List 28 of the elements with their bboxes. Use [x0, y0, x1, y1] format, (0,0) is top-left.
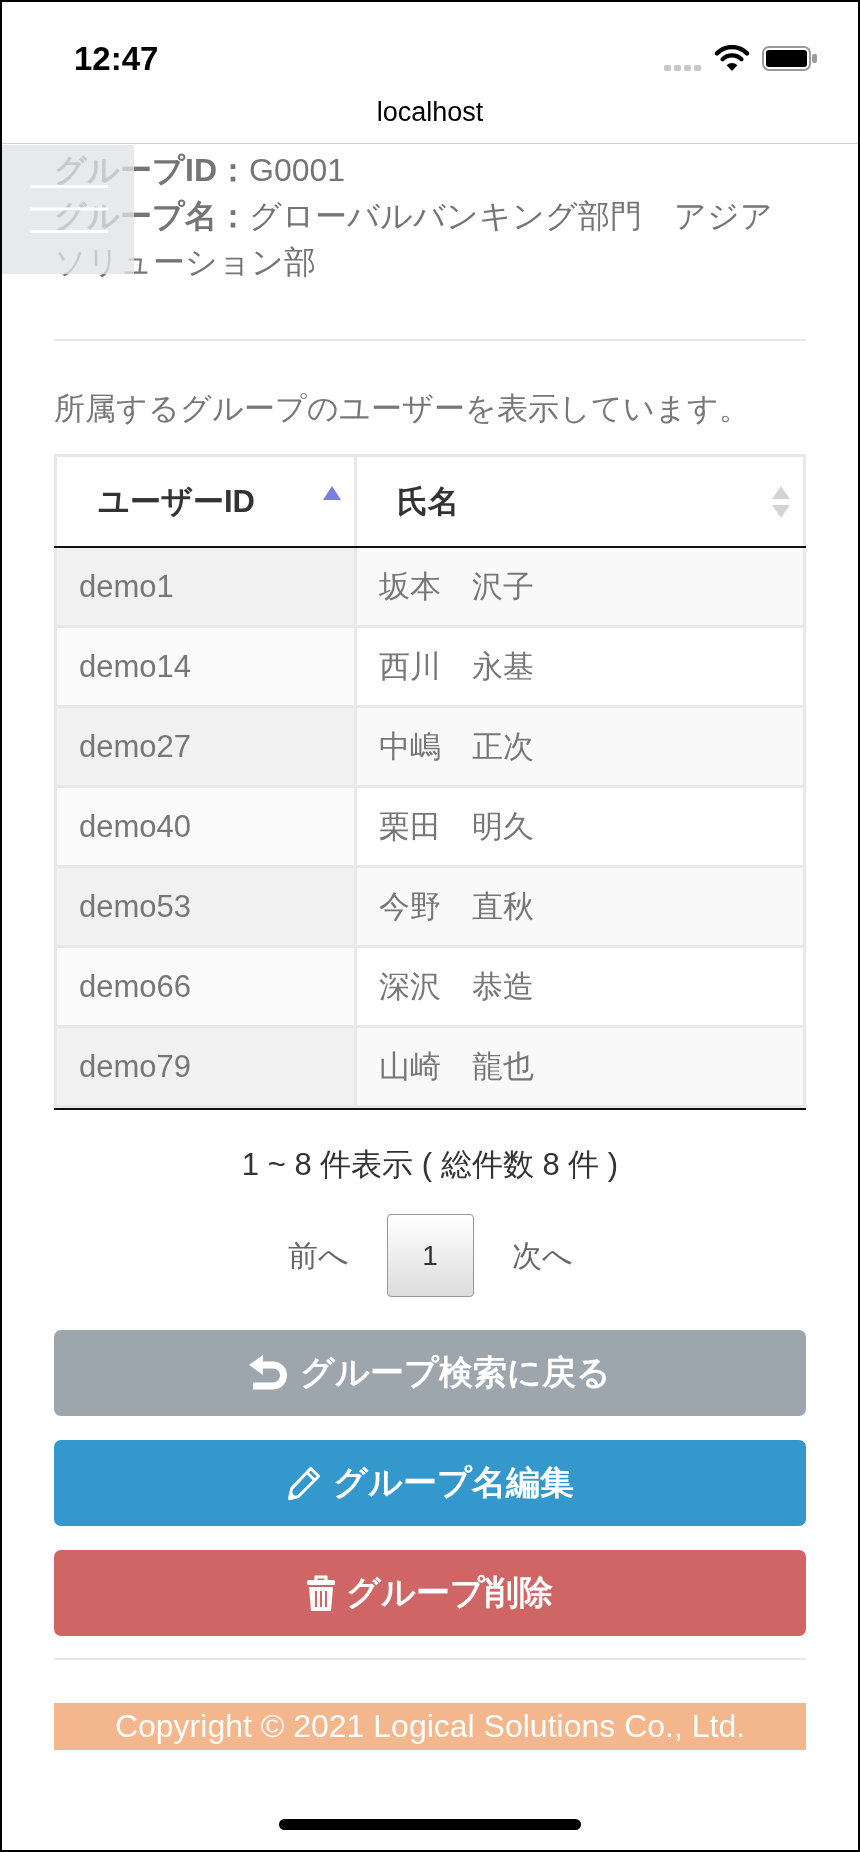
copyright-footer: Copyright © 2021 Logical Solutions Co., Ltd. [54, 1703, 806, 1750]
table-cell: demo53 [54, 868, 354, 948]
pencil-icon [286, 1465, 322, 1501]
record-count-text: 1 ~ 8 件表示 ( 総件数 8 件 ) [241, 1146, 619, 1184]
table-cell: demo79 [54, 1028, 354, 1108]
table-cell: 坂本 沢子 [354, 548, 806, 628]
delete-button[interactable]: グループ削除 [54, 1550, 806, 1636]
wifi-icon [714, 45, 750, 71]
table-cell: demo1 [54, 548, 354, 628]
page-button[interactable]: 1 [386, 1214, 474, 1297]
table-cell: 山崎 龍也 [354, 1028, 806, 1108]
table-cell: 西川 永基 [354, 628, 806, 708]
table-cell: 今野 直秋 [354, 868, 806, 948]
table-cell: demo40 [54, 788, 354, 868]
address-text[interactable]: localhost [376, 97, 484, 127]
table-cell: 栗田 明久 [354, 788, 806, 868]
table-cell: demo66 [54, 948, 354, 1028]
trash-icon [307, 1575, 335, 1611]
table-cell: 中嶋 正次 [354, 708, 806, 788]
table-cell: demo14 [54, 628, 354, 708]
battery-icon [762, 46, 817, 71]
signal-icon [664, 65, 702, 71]
table-cell: demo27 [54, 708, 354, 788]
edit-button[interactable]: グループ名編集 [54, 1440, 806, 1526]
table-cell: 深沢 恭造 [354, 948, 806, 1028]
return-arrow-icon [249, 1354, 289, 1392]
description-text: 所属するグループのユーザーを表示しています。 [54, 390, 751, 428]
status-time: 12:47 [74, 41, 159, 75]
